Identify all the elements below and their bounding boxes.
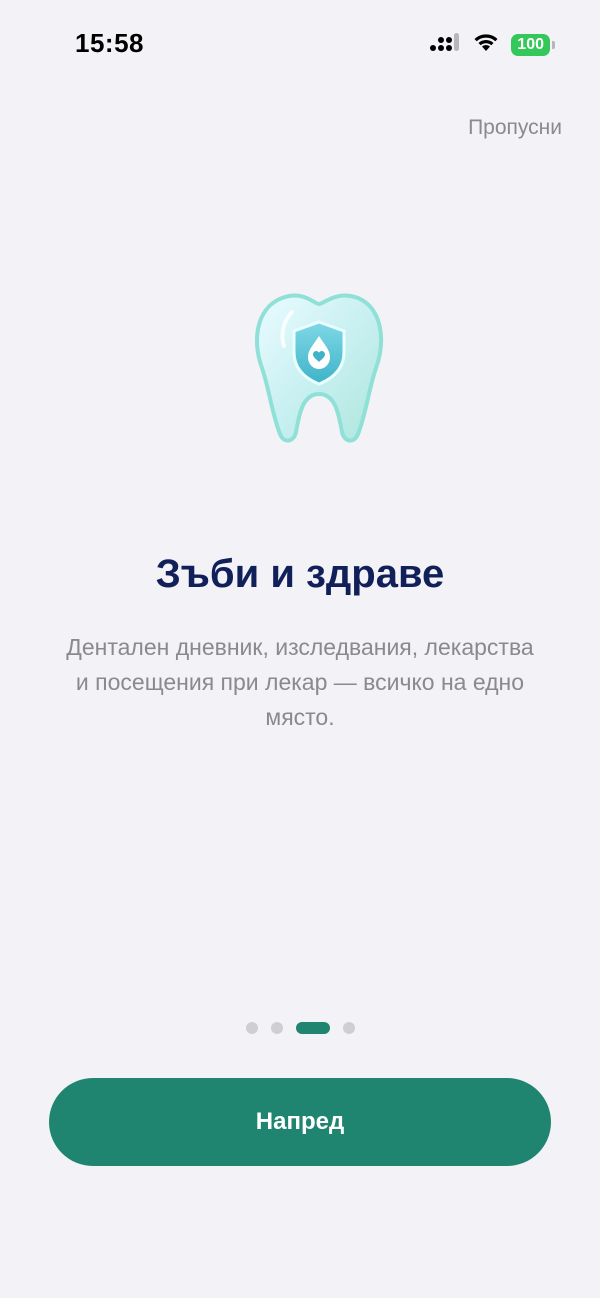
status-time: 15:58: [75, 28, 144, 58]
page-dot-1[interactable]: [245, 1022, 258, 1034]
onboarding-title: Зъби и здраве: [155, 552, 445, 596]
onboarding-subtitle: Дентален дневник, изследвания, лекарства…: [66, 634, 534, 730]
status-bar: 15:58 100: [0, 0, 600, 90]
page-dot-3[interactable]: [295, 1022, 330, 1034]
page-dot-2[interactable]: [270, 1022, 283, 1034]
cellular-signal-icon: [429, 32, 461, 57]
page-indicator: [0, 1022, 600, 1034]
next-button[interactable]: Напред: [49, 1078, 551, 1166]
page-dot-4[interactable]: [342, 1022, 355, 1034]
tooth-shield-icon: [244, 286, 394, 446]
skip-button[interactable]: Пропусни: [468, 116, 562, 140]
battery-icon: 100: [511, 33, 555, 56]
status-icons: 100: [429, 32, 555, 57]
wifi-icon: [473, 32, 499, 57]
